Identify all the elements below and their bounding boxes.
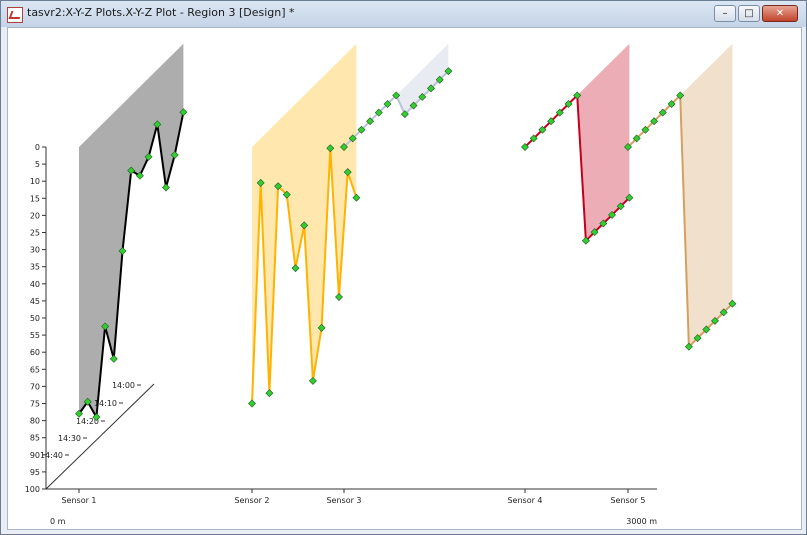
y-tick-label: 20	[30, 211, 40, 220]
x-tick-label: Sensor 4	[507, 496, 542, 505]
y-tick-label: 60	[30, 348, 40, 357]
y-tick-label: 90	[30, 451, 40, 460]
y-tick-label: 40	[30, 280, 40, 289]
window-title: tasvr2:X-Y-Z Plots.X-Y-Z Plot - Region 3…	[27, 6, 295, 19]
data-point	[162, 183, 170, 192]
y-tick-label: 65	[30, 365, 40, 374]
x-range-end-label: 3000 m	[626, 517, 657, 526]
minimize-icon: –	[722, 7, 728, 19]
y-tick-label: 80	[30, 417, 40, 426]
y-tick-label: 5	[35, 160, 40, 169]
y-tick-label: 15	[30, 194, 40, 203]
y-tick-label: 35	[30, 263, 40, 272]
window-controls: – □ ✕	[712, 5, 798, 22]
y-tick-label: 55	[30, 331, 40, 340]
y-tick-label: 0	[35, 143, 40, 152]
plot-area: 0 5 10 15 20 25 30 35 40 45 50 55 60 65 70 75 80 85 90 95 10…	[7, 27, 802, 530]
xyz-chart: 0 5 10 15 20 25 30 35 40 45 50 55 60 65 70 75 80 85 90 95 10…	[25, 43, 737, 526]
x-tick-label: Sensor 3	[326, 496, 361, 505]
chart-app-icon	[7, 7, 23, 23]
data-point	[352, 193, 361, 202]
series-area-5	[628, 43, 733, 347]
y-tick-label: 10	[30, 177, 40, 186]
z-tick-label: 14:30	[58, 434, 81, 443]
data-point	[265, 389, 274, 398]
y-tick-label: 85	[30, 434, 40, 443]
x-tick-label: Sensor 2	[234, 496, 269, 505]
maximize-icon: □	[744, 7, 754, 19]
data-point	[291, 264, 300, 273]
x-range-start-label: 0 m	[50, 517, 66, 526]
x-tick-label: Sensor 1	[61, 496, 96, 505]
minimize-button[interactable]: –	[714, 5, 736, 22]
z-tick-label: 14:00	[112, 381, 135, 390]
data-point	[109, 354, 118, 363]
close-icon: ✕	[775, 7, 785, 19]
data-point	[335, 293, 343, 301]
y-tick-label: 100	[25, 485, 40, 494]
y-tick-label: 25	[30, 229, 40, 238]
plot-window: tasvr2:X-Y-Z Plots.X-Y-Z Plot - Region 3…	[0, 0, 807, 535]
y-tick-label: 75	[30, 400, 40, 409]
y-tick-label: 95	[30, 468, 40, 477]
y-tick-label: 45	[30, 297, 40, 306]
y-tick-label: 70	[30, 382, 40, 391]
title-bar[interactable]: tasvr2:X-Y-Z Plots.X-Y-Z Plot - Region 3…	[1, 1, 806, 27]
y-tick-label: 50	[30, 314, 40, 323]
x-tick-label: Sensor 5	[610, 496, 645, 505]
z-tick-label: 14:40	[40, 451, 63, 460]
close-button[interactable]: ✕	[762, 5, 798, 22]
data-point	[308, 376, 317, 385]
maximize-button[interactable]: □	[738, 5, 760, 22]
data-point	[248, 399, 256, 408]
series-area-4	[525, 43, 630, 241]
series-area-1	[79, 43, 184, 418]
y-tick-label: 30	[30, 246, 40, 255]
